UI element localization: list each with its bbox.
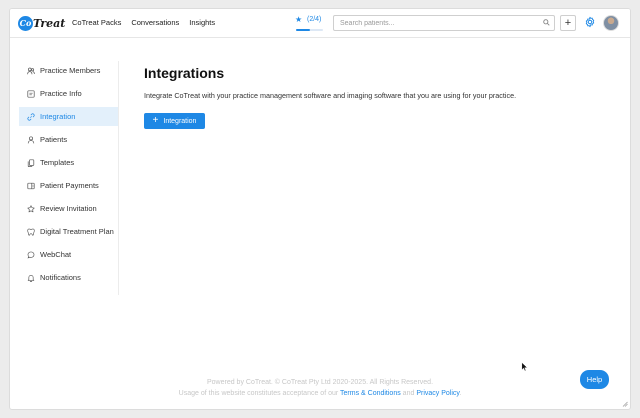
app-window: Co Treat CoTreat Packs Conversations Ins… bbox=[9, 8, 631, 410]
sidebar-item-notifications[interactable]: Notifications bbox=[19, 268, 118, 287]
top-nav: CoTreat Packs Conversations Insights bbox=[72, 18, 215, 27]
plus-icon: + bbox=[152, 115, 159, 126]
sidebar-item-label: Integration bbox=[40, 112, 76, 121]
sidebar-item-webchat[interactable]: WebChat bbox=[19, 245, 118, 264]
gear-icon[interactable] bbox=[584, 16, 596, 28]
sidebar-item-label: Patients bbox=[40, 135, 68, 144]
sidebar-item-label: Templates bbox=[40, 158, 75, 167]
progress-bar-fill bbox=[296, 29, 310, 31]
sidebar-item-digital-treatment-plan[interactable]: Digital Treatment Plan bbox=[19, 222, 118, 241]
sidebar-item-label: Review Invitation bbox=[40, 204, 97, 213]
copy-icon bbox=[26, 158, 35, 167]
sidebar-item-label: WebChat bbox=[40, 250, 72, 259]
sidebar-item-label: Practice Members bbox=[40, 66, 101, 75]
sidebar-item-label: Notifications bbox=[40, 273, 81, 282]
user-icon bbox=[26, 135, 35, 144]
terms-link[interactable]: Terms & Conditions bbox=[340, 390, 401, 397]
page-footer: Powered by CoTreat. © CoTreat Pty Ltd 20… bbox=[10, 377, 630, 399]
sidebar-item-patient-payments[interactable]: Patient Payments bbox=[19, 176, 118, 195]
footer-legal-suffix: . bbox=[459, 390, 462, 397]
sidebar-item-label: Digital Treatment Plan bbox=[40, 227, 114, 236]
link-icon bbox=[26, 112, 35, 121]
add-integration-button[interactable]: + Integration bbox=[144, 113, 205, 129]
star-icon: ★ bbox=[295, 15, 303, 24]
sidebar-item-patients[interactable]: Patients bbox=[19, 130, 118, 149]
sidebar-item-label: Practice Info bbox=[40, 89, 82, 98]
progress-bar bbox=[296, 29, 323, 31]
users-icon bbox=[26, 66, 35, 75]
footer-legal-prefix: Usage of this website constitutes accept… bbox=[178, 390, 341, 397]
sidebar-item-review-invitation[interactable]: Review Invitation bbox=[19, 199, 118, 218]
mouse-cursor-icon bbox=[521, 362, 528, 372]
card-icon bbox=[26, 181, 35, 190]
sidebar-item-integration[interactable]: Integration bbox=[19, 107, 118, 126]
search-icon[interactable] bbox=[543, 19, 550, 26]
logo-mark: Co bbox=[18, 15, 33, 31]
settings-sidebar: Practice Members Practice Info Integrati… bbox=[19, 61, 119, 295]
sidebar-item-practice-info[interactable]: Practice Info bbox=[19, 84, 118, 103]
add-integration-label: Integration bbox=[163, 117, 197, 125]
page-description: Integrate CoTreat with your practice man… bbox=[144, 91, 517, 100]
nav-insights[interactable]: Insights bbox=[189, 18, 215, 27]
cotreat-logo[interactable]: Co Treat bbox=[18, 15, 65, 31]
bell-icon bbox=[26, 273, 35, 282]
chat-icon bbox=[26, 250, 35, 259]
search-input[interactable] bbox=[333, 15, 555, 31]
sidebar-item-label: Patient Payments bbox=[40, 181, 99, 190]
privacy-link[interactable]: Privacy Policy bbox=[416, 390, 459, 397]
onboarding-progress[interactable]: ★ (2/4) bbox=[295, 15, 325, 33]
nav-conversations[interactable]: Conversations bbox=[131, 18, 179, 27]
nav-cotreat-packs[interactable]: CoTreat Packs bbox=[72, 18, 121, 27]
info-icon bbox=[26, 89, 35, 98]
tooth-icon bbox=[26, 227, 35, 236]
avatar[interactable] bbox=[603, 15, 619, 31]
add-button[interactable]: + bbox=[560, 15, 576, 31]
resize-handle-icon[interactable] bbox=[622, 401, 628, 407]
help-button[interactable]: Help bbox=[580, 370, 609, 389]
logo-text: Treat bbox=[33, 16, 66, 30]
footer-legal: Usage of this website constitutes accept… bbox=[10, 388, 630, 399]
sidebar-item-templates[interactable]: Templates bbox=[19, 153, 118, 172]
page-title: Integrations bbox=[144, 65, 225, 81]
top-header: Co Treat CoTreat Packs Conversations Ins… bbox=[10, 9, 630, 38]
footer-legal-and: and bbox=[400, 390, 417, 397]
progress-count: (2/4) bbox=[307, 16, 322, 23]
star-outline-icon bbox=[26, 204, 35, 213]
sidebar-item-practice-members[interactable]: Practice Members bbox=[19, 61, 118, 80]
footer-copyright: Powered by CoTreat. © CoTreat Pty Ltd 20… bbox=[206, 379, 434, 386]
